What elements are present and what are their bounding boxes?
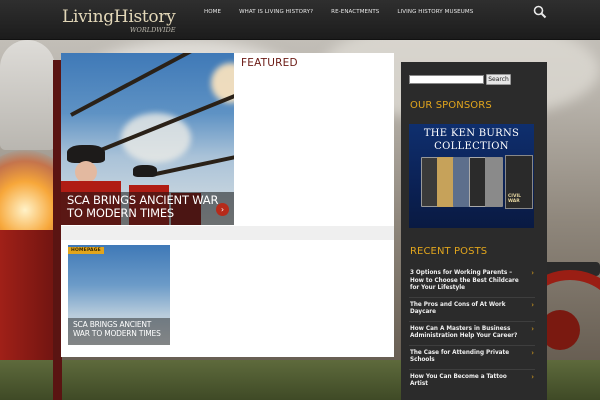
category-badge[interactable]: HOMEPAGE <box>68 247 104 254</box>
post-thumbnail[interactable]: HOMEPAGE SCA BRINGS ANCIENT WAR TO MODER… <box>68 245 170 345</box>
sponsors-heading: OUR SPONSORS <box>410 100 492 111</box>
featured-caption-title[interactable]: SCA BRINGS ANCIENT WAR TO MODERN TIMES <box>67 194 234 220</box>
chevron-right-icon: › <box>531 300 534 309</box>
recent-post-item[interactable]: How You Can Become a Tattoo Artist › <box>409 370 535 393</box>
chevron-right-icon: › <box>531 348 534 357</box>
recent-post-item[interactable]: How Can A Masters in Business Administra… <box>409 322 535 346</box>
recent-post-title[interactable]: The Case for Attending Private Schools <box>410 350 525 365</box>
chevron-right-icon: › <box>531 372 534 381</box>
recent-post-title[interactable]: How Can A Masters in Business Administra… <box>410 326 525 341</box>
recent-post-title[interactable]: 3 Options for Working Parents – How to C… <box>410 270 525 293</box>
civil-war-dvd: CIVIL WAR <box>505 155 533 209</box>
post-thumbnail-title[interactable]: SCA BRINGS ANCIENT WAR TO MODERN TIMES <box>73 320 170 338</box>
tricorn-hat <box>133 165 157 177</box>
sponsor-subtitle: COLLECTION <box>434 141 509 152</box>
recent-post-title[interactable]: How You Can Become a Tattoo Artist <box>410 374 525 389</box>
site-header: LivingHistory WORLDWIDE HOME WHAT IS LIV… <box>0 0 600 40</box>
recent-post-item[interactable]: The Case for Attending Private Schools › <box>409 346 535 370</box>
nav-item-home[interactable]: HOME <box>195 9 230 15</box>
sidebar-search-input[interactable] <box>409 75 484 84</box>
nav-item-re-enactments[interactable]: RE-ENACTMENTS <box>322 9 388 15</box>
section-divider <box>61 226 394 240</box>
soldier-face <box>75 161 97 183</box>
recent-posts-heading: RECENT POSTS <box>410 246 488 257</box>
featured-caption: SCA BRINGS ANCIENT WAR TO MODERN TIMES › <box>61 192 234 225</box>
recent-post-item[interactable]: 3 Options for Working Parents – How to C… <box>409 266 535 298</box>
logo-tagline: WORLDWIDE <box>129 26 176 34</box>
background-soldier <box>0 40 55 150</box>
nav-item-living-history-museums[interactable]: LIVING HISTORY MUSEUMS <box>388 9 482 15</box>
logo-text: LivingHistory <box>62 7 176 27</box>
recent-post-title[interactable]: The Pros and Cons of At Work Daycare <box>410 302 525 317</box>
post-thumbnail-caption: SCA BRINGS ANCIENT WAR TO MODERN TIMES <box>68 318 170 345</box>
main-nav: HOME WHAT IS LIVING HISTORY? RE-ENACTMEN… <box>195 9 482 15</box>
nav-item-what-is-living-history[interactable]: WHAT IS LIVING HISTORY? <box>230 9 322 15</box>
site-logo[interactable]: LivingHistory WORLDWIDE <box>62 7 176 35</box>
dvd-case <box>485 157 503 207</box>
sidebar-search-button[interactable]: Search <box>486 74 511 85</box>
chevron-right-icon: › <box>531 269 534 277</box>
search-icon[interactable] <box>533 5 547 19</box>
dvd-label: CIVIL WAR <box>508 194 522 204</box>
featured-slide[interactable]: SCA BRINGS ANCIENT WAR TO MODERN TIMES › <box>61 53 234 225</box>
recent-post-item[interactable]: The Pros and Cons of At Work Daycare › <box>409 298 535 322</box>
sponsor-banner[interactable]: THE KEN BURNS COLLECTION CIVIL WAR <box>409 124 534 228</box>
featured-heading: FEATURED <box>241 57 298 69</box>
chevron-right-icon[interactable]: › <box>216 203 229 216</box>
sponsor-title: THE KEN BURNS <box>423 128 520 139</box>
chevron-right-icon: › <box>531 324 534 333</box>
recent-posts-list: 3 Options for Working Parents – How to C… <box>409 266 535 393</box>
